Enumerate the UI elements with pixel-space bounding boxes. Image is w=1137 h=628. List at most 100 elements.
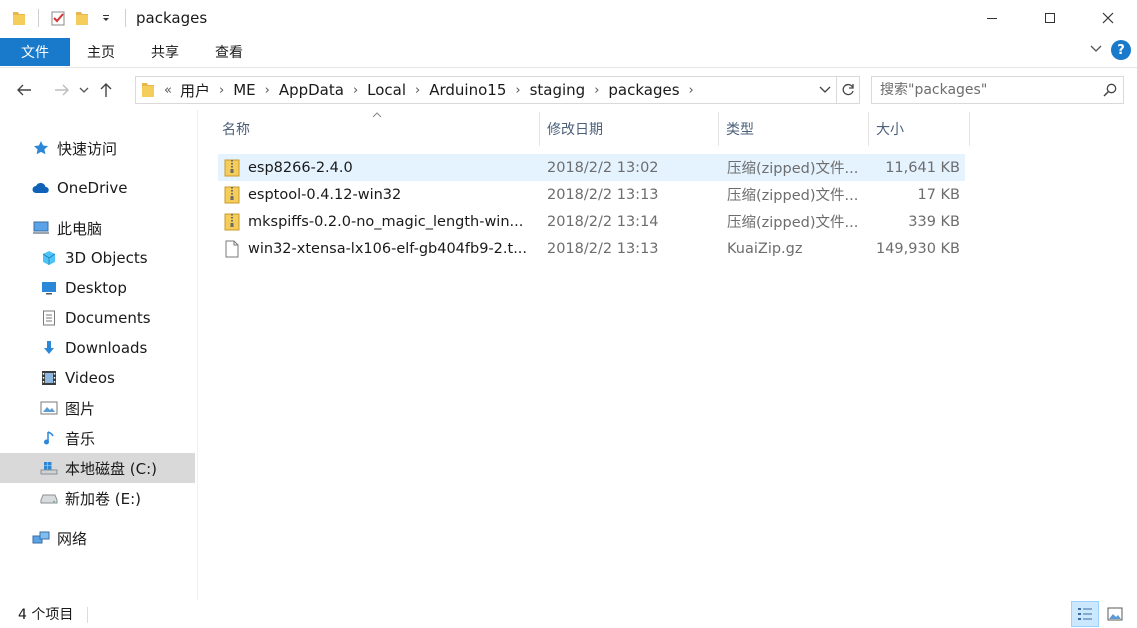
minimize-button[interactable] — [963, 0, 1021, 36]
file-row[interactable]: win32-xtensa-lx106-elf-gb404fb9-2.t... 2… — [218, 235, 965, 262]
customize-toolbar-dropdown-icon[interactable] — [97, 9, 115, 27]
breadcrumb-chevron-icon[interactable]: › — [589, 83, 604, 98]
back-button[interactable] — [10, 76, 38, 104]
picture-icon — [40, 399, 58, 417]
sidebar-item-label: 音乐 — [65, 429, 96, 448]
network-icon — [32, 529, 50, 547]
desktop-icon — [40, 279, 58, 297]
breadcrumb-chevron-icon[interactable]: › — [348, 83, 363, 98]
tab-share[interactable]: 共享 — [134, 38, 196, 66]
breadcrumb-arduino15[interactable]: Arduino15 — [425, 81, 510, 99]
sidebar-item-documents[interactable]: Documents — [0, 303, 195, 333]
sidebar-item-label: Documents — [65, 309, 151, 327]
sidebar-item-label: Videos — [65, 369, 115, 387]
file-name: win32-xtensa-lx106-elf-gb404fb9-2.t... — [248, 240, 528, 257]
tab-home[interactable]: 主页 — [70, 38, 132, 66]
file-type: 压缩(zipped)文件... — [727, 161, 859, 177]
cube-icon — [40, 249, 58, 267]
search-icon[interactable] — [1103, 83, 1117, 97]
file-type: KuaiZip.gz — [727, 240, 803, 257]
sidebar-item-onedrive[interactable]: OneDrive — [0, 173, 195, 203]
refresh-icon[interactable] — [837, 83, 859, 97]
sidebar-item-this-pc[interactable]: 此电脑 — [0, 213, 195, 243]
column-header-size[interactable]: 大小 — [870, 112, 970, 146]
breadcrumb-chevron-icon[interactable]: › — [684, 83, 699, 98]
title-bar: packages — [0, 0, 1137, 36]
sidebar-item-label: 此电脑 — [57, 219, 103, 238]
breadcrumb-chevron-icon[interactable]: › — [214, 83, 229, 98]
search-box[interactable] — [871, 76, 1124, 104]
file-date: 2018/2/2 13:13 — [547, 240, 659, 257]
document-icon — [40, 309, 58, 327]
new-folder-icon[interactable] — [73, 9, 91, 27]
sidebar-item-local-disk-c[interactable]: 本地磁盘 (C:) — [0, 453, 195, 483]
back-arrow-icon — [17, 84, 31, 96]
sidebar-item-quick-access[interactable]: 快速访问 — [0, 133, 195, 163]
close-icon — [1102, 12, 1114, 24]
breadcrumb-chevron-icon[interactable]: › — [510, 83, 525, 98]
status-divider — [87, 607, 88, 623]
ribbon-tabs: 文件 主页 共享 查看 ? — [0, 36, 1137, 68]
music-icon — [40, 429, 58, 447]
breadcrumb-overflow[interactable]: « — [154, 83, 176, 98]
star-icon — [32, 139, 50, 157]
close-button[interactable] — [1079, 0, 1137, 36]
file-size: 339 KB — [908, 213, 960, 230]
search-input[interactable] — [880, 82, 1095, 98]
address-history-dropdown-icon[interactable] — [814, 86, 836, 94]
address-bar-controls — [814, 77, 859, 103]
file-size: 11,641 KB — [885, 159, 960, 176]
sidebar-item-music[interactable]: 音乐 — [0, 423, 195, 453]
expand-ribbon-chevron-icon[interactable] — [1089, 42, 1103, 58]
navigation-pane: 快速访问 OneDrive 此电脑 3D Objects Desktop Doc… — [0, 110, 198, 600]
sidebar-item-label: Desktop — [65, 279, 127, 297]
zip-folder-icon — [224, 213, 240, 231]
maximize-button[interactable] — [1021, 0, 1079, 36]
file-size: 149,930 KB — [875, 240, 960, 257]
properties-icon[interactable] — [49, 9, 67, 27]
details-view-button[interactable] — [1071, 601, 1099, 627]
file-size: 17 KB — [917, 186, 960, 203]
breadcrumb-me[interactable]: ME — [229, 81, 259, 99]
breadcrumb-local[interactable]: Local — [363, 81, 410, 99]
breadcrumb-chevron-icon[interactable]: › — [260, 83, 275, 98]
download-icon — [40, 339, 58, 357]
folder-icon[interactable] — [10, 9, 28, 27]
sort-ascending-icon — [372, 110, 382, 121]
sidebar-item-downloads[interactable]: Downloads — [0, 333, 195, 363]
address-bar[interactable]: « 用户 › ME › AppData › Local › Arduino15 … — [135, 76, 860, 104]
help-button[interactable]: ? — [1111, 40, 1131, 60]
breadcrumb-packages[interactable]: packages — [604, 81, 683, 99]
large-icons-view-button[interactable] — [1101, 601, 1129, 627]
toolbar-divider — [125, 9, 126, 27]
file-row[interactable]: mkspiffs-0.2.0-no_magic_length-win... 20… — [218, 208, 965, 235]
window-controls — [963, 0, 1137, 36]
tab-view[interactable]: 查看 — [198, 38, 260, 66]
column-header-date[interactable]: 修改日期 — [541, 112, 719, 146]
file-row[interactable]: esp8266-2.4.0 2018/2/2 13:02 压缩(zipped)文… — [218, 154, 965, 181]
large-icons-view-icon — [1107, 607, 1123, 621]
sidebar-item-3d-objects[interactable]: 3D Objects — [0, 243, 195, 273]
sidebar-item-network[interactable]: 网络 — [0, 523, 195, 553]
sidebar-item-pictures[interactable]: 图片 — [0, 393, 195, 423]
sidebar-item-desktop[interactable]: Desktop — [0, 273, 195, 303]
breadcrumb-staging[interactable]: staging — [526, 81, 590, 99]
sidebar-item-label: 网络 — [57, 529, 88, 548]
quick-access-toolbar — [0, 9, 130, 27]
forward-button[interactable] — [48, 76, 76, 104]
breadcrumb-users[interactable]: 用户 — [176, 80, 214, 101]
recent-locations-button[interactable] — [76, 76, 92, 104]
view-switcher — [1071, 601, 1129, 627]
breadcrumb-appdata[interactable]: AppData — [275, 81, 348, 99]
file-row[interactable]: esptool-0.4.12-win32 2018/2/2 13:13 压缩(z… — [218, 181, 965, 208]
sidebar-item-new-volume-e[interactable]: 新加卷 (E:) — [0, 483, 195, 513]
column-header-type[interactable]: 类型 — [720, 112, 869, 146]
file-date: 2018/2/2 13:02 — [547, 159, 659, 176]
sidebar-item-videos[interactable]: Videos — [0, 363, 195, 393]
cloud-icon — [32, 179, 50, 197]
sidebar-item-label: Downloads — [65, 339, 148, 357]
breadcrumb-chevron-icon[interactable]: › — [410, 83, 425, 98]
window-title: packages — [136, 9, 208, 27]
up-button[interactable] — [92, 76, 120, 104]
tab-file[interactable]: 文件 — [0, 37, 70, 66]
